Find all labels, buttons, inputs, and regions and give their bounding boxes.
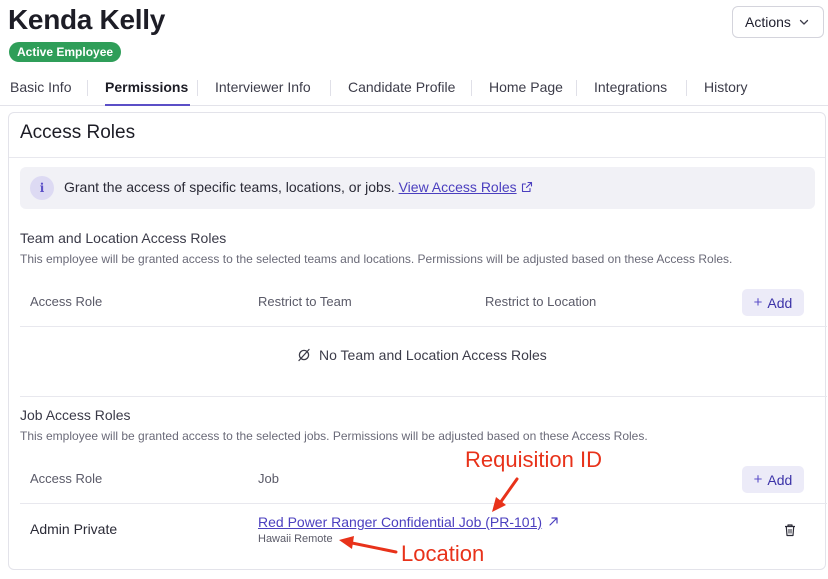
chevron-down-icon xyxy=(799,19,809,25)
view-access-roles-link[interactable]: View Access Roles xyxy=(399,179,533,195)
column-header-access-role: Access Role xyxy=(30,471,103,486)
tab-basic-info[interactable]: Basic Info xyxy=(10,72,71,106)
info-icon: i xyxy=(30,176,54,200)
column-header-restrict-location: Restrict to Location xyxy=(485,294,597,309)
tab-divider xyxy=(87,80,88,96)
tab-integrations[interactable]: Integrations xyxy=(594,72,667,106)
job-title-label: Red Power Ranger Confidential Job (PR-10… xyxy=(258,514,543,530)
external-link-icon xyxy=(521,181,532,193)
actions-label: Actions xyxy=(745,14,791,30)
annotation-requisition-id: Requisition ID xyxy=(465,447,602,472)
add-label: Add xyxy=(767,471,793,488)
team-location-section-description: This employee will be granted access to … xyxy=(20,252,733,266)
tab-divider xyxy=(197,80,198,96)
add-label: Add xyxy=(767,294,793,311)
status-badge: Active Employee xyxy=(9,42,122,62)
empty-set-icon xyxy=(298,348,310,362)
plus-icon: + xyxy=(753,294,763,311)
info-text: Grant the access of specific teams, loca… xyxy=(64,179,395,195)
job-role-name: Admin Private xyxy=(30,521,118,537)
job-section-description: This employee will be granted access to … xyxy=(20,429,648,443)
tab-bar: Basic Info Permissions Interviewer Info … xyxy=(0,72,828,106)
arrow-up-right-icon xyxy=(549,517,558,526)
view-access-roles-label: View Access Roles xyxy=(398,179,517,195)
divider xyxy=(20,326,827,327)
actions-dropdown-button[interactable]: Actions xyxy=(732,6,824,38)
tab-divider xyxy=(471,80,472,96)
tab-divider xyxy=(686,80,687,96)
tab-interviewer-info[interactable]: Interviewer Info xyxy=(215,72,311,106)
tab-home-page[interactable]: Home Page xyxy=(489,72,563,106)
job-title-link[interactable]: Red Power Ranger Confidential Job (PR-10… xyxy=(258,514,559,530)
divider xyxy=(20,503,827,504)
tab-permissions[interactable]: Permissions xyxy=(105,72,191,106)
trash-icon[interactable] xyxy=(783,523,797,537)
team-location-section-title: Team and Location Access Roles xyxy=(20,230,227,246)
tab-candidate-profile[interactable]: Candidate Profile xyxy=(348,72,455,106)
empty-state-text: No Team and Location Access Roles xyxy=(319,347,547,363)
plus-icon: + xyxy=(753,471,763,488)
add-team-location-role-button[interactable]: + Add xyxy=(742,289,804,316)
tab-history[interactable]: History xyxy=(704,72,748,106)
divider xyxy=(20,396,827,397)
annotation-location: Location xyxy=(401,541,485,566)
employee-name: Kenda Kelly xyxy=(8,4,165,35)
card-title: Access Roles xyxy=(20,122,136,143)
job-section-title: Job Access Roles xyxy=(20,407,131,423)
access-roles-card: Access Roles i Grant the access of speci… xyxy=(8,112,827,570)
tab-divider xyxy=(330,80,331,96)
tab-divider xyxy=(576,80,577,96)
employee-header: Kenda Kelly Active Employee Actions Basi… xyxy=(0,0,828,106)
add-job-role-button[interactable]: + Add xyxy=(742,466,804,493)
info-text-wrap: Grant the access of specific teams, loca… xyxy=(64,179,533,195)
job-location: Hawaii Remote xyxy=(258,533,333,545)
info-banner: i Grant the access of specific teams, lo… xyxy=(20,167,815,209)
empty-state: No Team and Location Access Roles xyxy=(297,347,547,363)
column-header-job: Job xyxy=(258,471,279,486)
divider xyxy=(9,157,825,158)
column-header-access-role: Access Role xyxy=(30,294,103,309)
column-header-restrict-team: Restrict to Team xyxy=(258,294,352,309)
